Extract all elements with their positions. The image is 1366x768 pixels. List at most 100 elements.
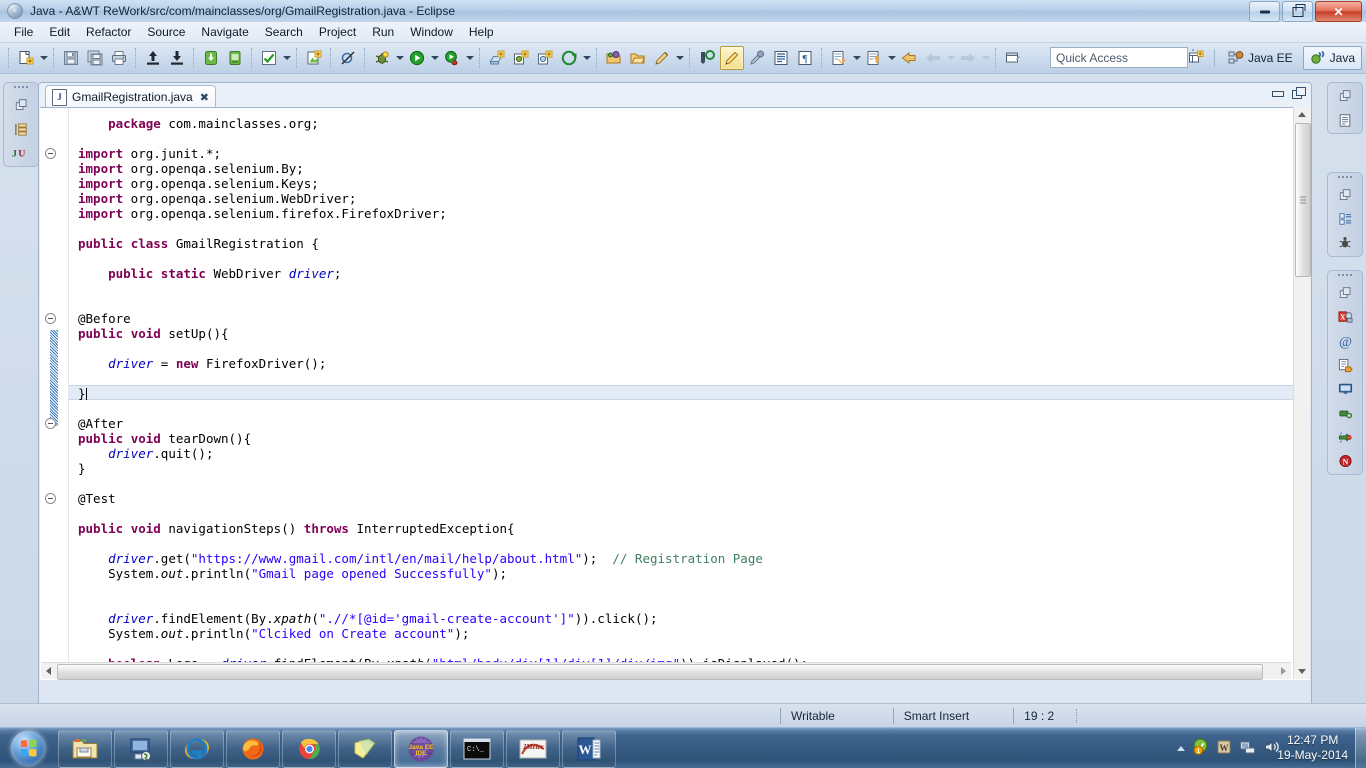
forward-arrow-icon[interactable] [957, 47, 979, 69]
run-dropdown-arrow[interactable] [429, 47, 440, 69]
debug-icon[interactable] [371, 47, 393, 69]
new-java-class-icon[interactable] [510, 47, 532, 69]
new-window-icon[interactable] [1002, 47, 1024, 69]
scroll-left-icon[interactable] [41, 663, 56, 679]
menu-help[interactable]: Help [461, 23, 502, 41]
restore-view-icon[interactable] [1334, 86, 1356, 106]
menu-navigate[interactable]: Navigate [193, 23, 256, 41]
last-edit-location-icon[interactable] [898, 47, 920, 69]
progress-icon[interactable] [1334, 427, 1356, 447]
code-editor[interactable]: package com.mainclasses.org; import org.j… [40, 107, 1310, 680]
build-dropdown-arrow[interactable] [281, 47, 292, 69]
package-explorer-icon[interactable] [10, 119, 32, 139]
task-list-icon[interactable] [1334, 209, 1356, 229]
taskbar-item-firefox[interactable] [226, 730, 280, 768]
search-pencil-icon[interactable] [651, 47, 673, 69]
taskbar-item-eclipse-java-ee[interactable]: Java EE IDE [394, 730, 448, 768]
save-icon[interactable] [60, 47, 82, 69]
vertical-scroll-thumb[interactable] [1295, 123, 1311, 277]
show-desktop-button[interactable] [1355, 728, 1366, 768]
save-all-icon[interactable] [84, 47, 106, 69]
horizontal-scroll-thumb[interactable] [57, 664, 1263, 680]
fast-view-grip[interactable] [1337, 274, 1353, 278]
pencil-highlight-icon[interactable] [720, 46, 744, 70]
skip-breakpoints-icon[interactable] [337, 47, 359, 69]
new-java-file-icon[interactable] [15, 47, 37, 69]
update-notification-icon[interactable]: 1 [1192, 738, 1209, 758]
editor-tab-gmailregistration[interactable]: J GmailRegistration.java ✖ [45, 85, 216, 108]
outline-view-icon[interactable] [1334, 110, 1356, 130]
taskbar-item-sticky-notes[interactable] [338, 730, 392, 768]
android-device-manager-icon[interactable] [224, 47, 246, 69]
menu-refactor[interactable]: Refactor [78, 23, 139, 41]
search-dropdown-arrow[interactable] [674, 47, 685, 69]
network-icon[interactable] [1239, 739, 1256, 758]
minimize-editor-icon[interactable] [1271, 88, 1284, 98]
vertical-scrollbar[interactable] [1293, 107, 1311, 679]
annotation-dropdown-arrow[interactable] [581, 47, 592, 69]
console-icon[interactable] [1334, 379, 1356, 399]
import-down-icon[interactable] [166, 47, 188, 69]
menu-edit[interactable]: Edit [41, 23, 78, 41]
print-icon[interactable] [108, 47, 130, 69]
check-build-icon[interactable] [258, 47, 280, 69]
excel-data-icon[interactable]: X [1334, 307, 1356, 327]
pilcrow-icon[interactable]: ¶ [794, 47, 816, 69]
menu-source[interactable]: Source [139, 23, 193, 41]
perspective-java-ee[interactable]: Java EE [1221, 46, 1300, 70]
taskbar-item-internet-explorer[interactable] [170, 730, 224, 768]
next-annotation-icon[interactable] [828, 47, 850, 69]
servers-icon[interactable] [1334, 403, 1356, 423]
back-arrow-icon[interactable] [922, 47, 944, 69]
open-task-icon[interactable] [627, 47, 649, 69]
next-annotation-dropdown-arrow[interactable] [851, 47, 862, 69]
debug-dropdown-arrow[interactable] [394, 47, 405, 69]
scroll-down-icon[interactable] [1294, 664, 1310, 679]
run-external-tools-icon[interactable] [441, 47, 463, 69]
scroll-right-icon[interactable] [1276, 663, 1291, 679]
new-dropdown-arrow[interactable] [38, 47, 49, 69]
link-editor-icon[interactable] [746, 47, 768, 69]
export-up-icon[interactable] [142, 47, 164, 69]
maximize-editor-icon[interactable] [1292, 87, 1306, 99]
fold-marker[interactable] [45, 493, 56, 504]
debug-bug-icon[interactable] [1334, 233, 1356, 253]
snippets-icon[interactable] [1334, 355, 1356, 375]
previous-annotation-dropdown-arrow[interactable] [886, 47, 897, 69]
junit-view-icon[interactable]: JU [10, 143, 32, 163]
new-java-package-icon[interactable] [486, 47, 508, 69]
new-android-project-icon[interactable] [303, 47, 325, 69]
word-tray-icon[interactable]: W [1216, 739, 1232, 758]
fast-view-grip[interactable] [13, 86, 29, 90]
fast-view-grip[interactable] [1337, 176, 1353, 180]
status-bar-grip[interactable] [1076, 709, 1083, 723]
code-text[interactable]: package com.mainclasses.org; import org.j… [68, 108, 1310, 680]
taskbar-clock[interactable]: 12:47 PM 19-May-2014 [1277, 728, 1348, 768]
taskbar-item-chrome[interactable] [282, 730, 336, 768]
menu-file[interactable]: File [6, 23, 41, 41]
open-perspective-icon[interactable] [1184, 47, 1208, 69]
restore-button[interactable] [1282, 1, 1313, 22]
quick-access-input[interactable]: Quick Access [1050, 47, 1188, 68]
taskbar-item-jmeter[interactable]: JMeter [506, 730, 560, 768]
fold-marker[interactable] [45, 148, 56, 159]
at-sign-icon[interactable]: @ [1334, 331, 1356, 351]
close-button[interactable]: ✕ [1315, 1, 1362, 22]
markers-icon[interactable]: N [1334, 451, 1356, 471]
start-button[interactable] [2, 729, 54, 767]
restore-view-icon[interactable] [1334, 283, 1356, 303]
previous-annotation-icon[interactable] [863, 47, 885, 69]
restore-view-icon[interactable] [1334, 185, 1356, 205]
horizontal-scrollbar[interactable] [41, 662, 1291, 680]
taskbar-item-word[interactable]: W [562, 730, 616, 768]
menu-project[interactable]: Project [311, 23, 364, 41]
back-dropdown-arrow[interactable] [945, 47, 956, 69]
menu-window[interactable]: Window [402, 23, 461, 41]
external-tools-dropdown-arrow[interactable] [464, 47, 475, 69]
forward-dropdown-arrow[interactable] [980, 47, 991, 69]
scroll-up-icon[interactable] [1294, 107, 1310, 122]
android-sdk-manager-icon[interactable] [200, 47, 222, 69]
toggle-mark-occurrences-icon[interactable] [696, 47, 718, 69]
new-java-interface-icon[interactable] [534, 47, 556, 69]
restore-view-icon[interactable] [10, 95, 32, 115]
